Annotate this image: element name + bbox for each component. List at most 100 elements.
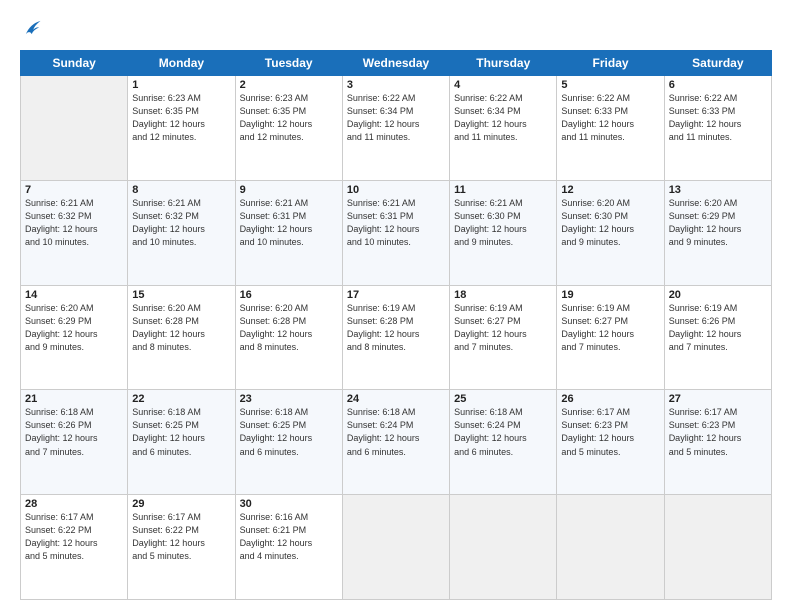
day-info: Sunrise: 6:20 AM Sunset: 6:29 PM Dayligh…	[669, 197, 767, 249]
calendar-table: SundayMondayTuesdayWednesdayThursdayFrid…	[20, 50, 772, 600]
day-info: Sunrise: 6:22 AM Sunset: 6:33 PM Dayligh…	[669, 92, 767, 144]
day-number: 28	[25, 498, 123, 510]
day-info: Sunrise: 6:23 AM Sunset: 6:35 PM Dayligh…	[132, 92, 230, 144]
day-number: 11	[454, 184, 552, 196]
calendar-cell: 24Sunrise: 6:18 AM Sunset: 6:24 PM Dayli…	[342, 390, 449, 495]
calendar-week-5: 28Sunrise: 6:17 AM Sunset: 6:22 PM Dayli…	[21, 495, 772, 600]
calendar-cell: 6Sunrise: 6:22 AM Sunset: 6:33 PM Daylig…	[664, 76, 771, 181]
day-info: Sunrise: 6:17 AM Sunset: 6:22 PM Dayligh…	[132, 511, 230, 563]
day-info: Sunrise: 6:20 AM Sunset: 6:28 PM Dayligh…	[240, 302, 338, 354]
calendar-cell: 20Sunrise: 6:19 AM Sunset: 6:26 PM Dayli…	[664, 285, 771, 390]
day-info: Sunrise: 6:21 AM Sunset: 6:31 PM Dayligh…	[240, 197, 338, 249]
page: SundayMondayTuesdayWednesdayThursdayFrid…	[0, 0, 792, 612]
day-number: 14	[25, 289, 123, 301]
day-info: Sunrise: 6:22 AM Sunset: 6:34 PM Dayligh…	[454, 92, 552, 144]
weekday-header-thursday: Thursday	[450, 51, 557, 76]
weekday-header-monday: Monday	[128, 51, 235, 76]
day-number: 19	[561, 289, 659, 301]
day-number: 4	[454, 79, 552, 91]
day-number: 24	[347, 393, 445, 405]
calendar-cell: 22Sunrise: 6:18 AM Sunset: 6:25 PM Dayli…	[128, 390, 235, 495]
calendar-cell: 27Sunrise: 6:17 AM Sunset: 6:23 PM Dayli…	[664, 390, 771, 495]
day-number: 30	[240, 498, 338, 510]
calendar-cell: 4Sunrise: 6:22 AM Sunset: 6:34 PM Daylig…	[450, 76, 557, 181]
day-number: 10	[347, 184, 445, 196]
day-info: Sunrise: 6:17 AM Sunset: 6:23 PM Dayligh…	[561, 406, 659, 458]
day-info: Sunrise: 6:18 AM Sunset: 6:24 PM Dayligh…	[454, 406, 552, 458]
calendar-cell: 13Sunrise: 6:20 AM Sunset: 6:29 PM Dayli…	[664, 180, 771, 285]
day-number: 6	[669, 79, 767, 91]
calendar-cell: 11Sunrise: 6:21 AM Sunset: 6:30 PM Dayli…	[450, 180, 557, 285]
calendar-cell: 3Sunrise: 6:22 AM Sunset: 6:34 PM Daylig…	[342, 76, 449, 181]
header	[20, 18, 772, 40]
day-info: Sunrise: 6:17 AM Sunset: 6:22 PM Dayligh…	[25, 511, 123, 563]
day-info: Sunrise: 6:22 AM Sunset: 6:33 PM Dayligh…	[561, 92, 659, 144]
day-number: 26	[561, 393, 659, 405]
day-number: 5	[561, 79, 659, 91]
day-number: 16	[240, 289, 338, 301]
calendar-cell: 26Sunrise: 6:17 AM Sunset: 6:23 PM Dayli…	[557, 390, 664, 495]
weekday-header-tuesday: Tuesday	[235, 51, 342, 76]
calendar-cell: 19Sunrise: 6:19 AM Sunset: 6:27 PM Dayli…	[557, 285, 664, 390]
day-info: Sunrise: 6:21 AM Sunset: 6:32 PM Dayligh…	[132, 197, 230, 249]
day-info: Sunrise: 6:22 AM Sunset: 6:34 PM Dayligh…	[347, 92, 445, 144]
calendar-cell: 17Sunrise: 6:19 AM Sunset: 6:28 PM Dayli…	[342, 285, 449, 390]
day-number: 17	[347, 289, 445, 301]
day-number: 27	[669, 393, 767, 405]
day-info: Sunrise: 6:21 AM Sunset: 6:31 PM Dayligh…	[347, 197, 445, 249]
day-info: Sunrise: 6:23 AM Sunset: 6:35 PM Dayligh…	[240, 92, 338, 144]
day-number: 8	[132, 184, 230, 196]
calendar-cell: 8Sunrise: 6:21 AM Sunset: 6:32 PM Daylig…	[128, 180, 235, 285]
day-number: 23	[240, 393, 338, 405]
day-number: 22	[132, 393, 230, 405]
logo	[20, 18, 46, 40]
day-info: Sunrise: 6:18 AM Sunset: 6:25 PM Dayligh…	[132, 406, 230, 458]
calendar-cell: 15Sunrise: 6:20 AM Sunset: 6:28 PM Dayli…	[128, 285, 235, 390]
calendar-cell: 28Sunrise: 6:17 AM Sunset: 6:22 PM Dayli…	[21, 495, 128, 600]
calendar-cell	[557, 495, 664, 600]
calendar-cell	[21, 76, 128, 181]
day-number: 20	[669, 289, 767, 301]
calendar-cell: 2Sunrise: 6:23 AM Sunset: 6:35 PM Daylig…	[235, 76, 342, 181]
calendar-cell: 1Sunrise: 6:23 AM Sunset: 6:35 PM Daylig…	[128, 76, 235, 181]
day-info: Sunrise: 6:20 AM Sunset: 6:29 PM Dayligh…	[25, 302, 123, 354]
calendar-cell: 21Sunrise: 6:18 AM Sunset: 6:26 PM Dayli…	[21, 390, 128, 495]
day-info: Sunrise: 6:19 AM Sunset: 6:26 PM Dayligh…	[669, 302, 767, 354]
calendar-cell: 10Sunrise: 6:21 AM Sunset: 6:31 PM Dayli…	[342, 180, 449, 285]
calendar-cell: 5Sunrise: 6:22 AM Sunset: 6:33 PM Daylig…	[557, 76, 664, 181]
day-info: Sunrise: 6:21 AM Sunset: 6:30 PM Dayligh…	[454, 197, 552, 249]
calendar-cell: 9Sunrise: 6:21 AM Sunset: 6:31 PM Daylig…	[235, 180, 342, 285]
weekday-header-wednesday: Wednesday	[342, 51, 449, 76]
calendar-cell: 12Sunrise: 6:20 AM Sunset: 6:30 PM Dayli…	[557, 180, 664, 285]
day-info: Sunrise: 6:16 AM Sunset: 6:21 PM Dayligh…	[240, 511, 338, 563]
weekday-header-saturday: Saturday	[664, 51, 771, 76]
day-number: 2	[240, 79, 338, 91]
calendar-cell	[450, 495, 557, 600]
logo-bird-icon	[20, 18, 42, 40]
calendar-cell: 23Sunrise: 6:18 AM Sunset: 6:25 PM Dayli…	[235, 390, 342, 495]
day-number: 9	[240, 184, 338, 196]
calendar-cell	[664, 495, 771, 600]
day-info: Sunrise: 6:18 AM Sunset: 6:24 PM Dayligh…	[347, 406, 445, 458]
day-info: Sunrise: 6:20 AM Sunset: 6:30 PM Dayligh…	[561, 197, 659, 249]
day-info: Sunrise: 6:19 AM Sunset: 6:27 PM Dayligh…	[561, 302, 659, 354]
day-number: 25	[454, 393, 552, 405]
day-number: 29	[132, 498, 230, 510]
calendar-cell: 7Sunrise: 6:21 AM Sunset: 6:32 PM Daylig…	[21, 180, 128, 285]
calendar-cell: 16Sunrise: 6:20 AM Sunset: 6:28 PM Dayli…	[235, 285, 342, 390]
calendar-week-4: 21Sunrise: 6:18 AM Sunset: 6:26 PM Dayli…	[21, 390, 772, 495]
day-info: Sunrise: 6:21 AM Sunset: 6:32 PM Dayligh…	[25, 197, 123, 249]
calendar-cell: 18Sunrise: 6:19 AM Sunset: 6:27 PM Dayli…	[450, 285, 557, 390]
calendar-cell: 29Sunrise: 6:17 AM Sunset: 6:22 PM Dayli…	[128, 495, 235, 600]
day-info: Sunrise: 6:20 AM Sunset: 6:28 PM Dayligh…	[132, 302, 230, 354]
day-number: 1	[132, 79, 230, 91]
calendar-cell	[342, 495, 449, 600]
day-number: 7	[25, 184, 123, 196]
calendar-cell: 14Sunrise: 6:20 AM Sunset: 6:29 PM Dayli…	[21, 285, 128, 390]
calendar-cell: 30Sunrise: 6:16 AM Sunset: 6:21 PM Dayli…	[235, 495, 342, 600]
day-number: 3	[347, 79, 445, 91]
calendar-week-2: 7Sunrise: 6:21 AM Sunset: 6:32 PM Daylig…	[21, 180, 772, 285]
day-info: Sunrise: 6:19 AM Sunset: 6:27 PM Dayligh…	[454, 302, 552, 354]
calendar-week-1: 1Sunrise: 6:23 AM Sunset: 6:35 PM Daylig…	[21, 76, 772, 181]
day-number: 18	[454, 289, 552, 301]
